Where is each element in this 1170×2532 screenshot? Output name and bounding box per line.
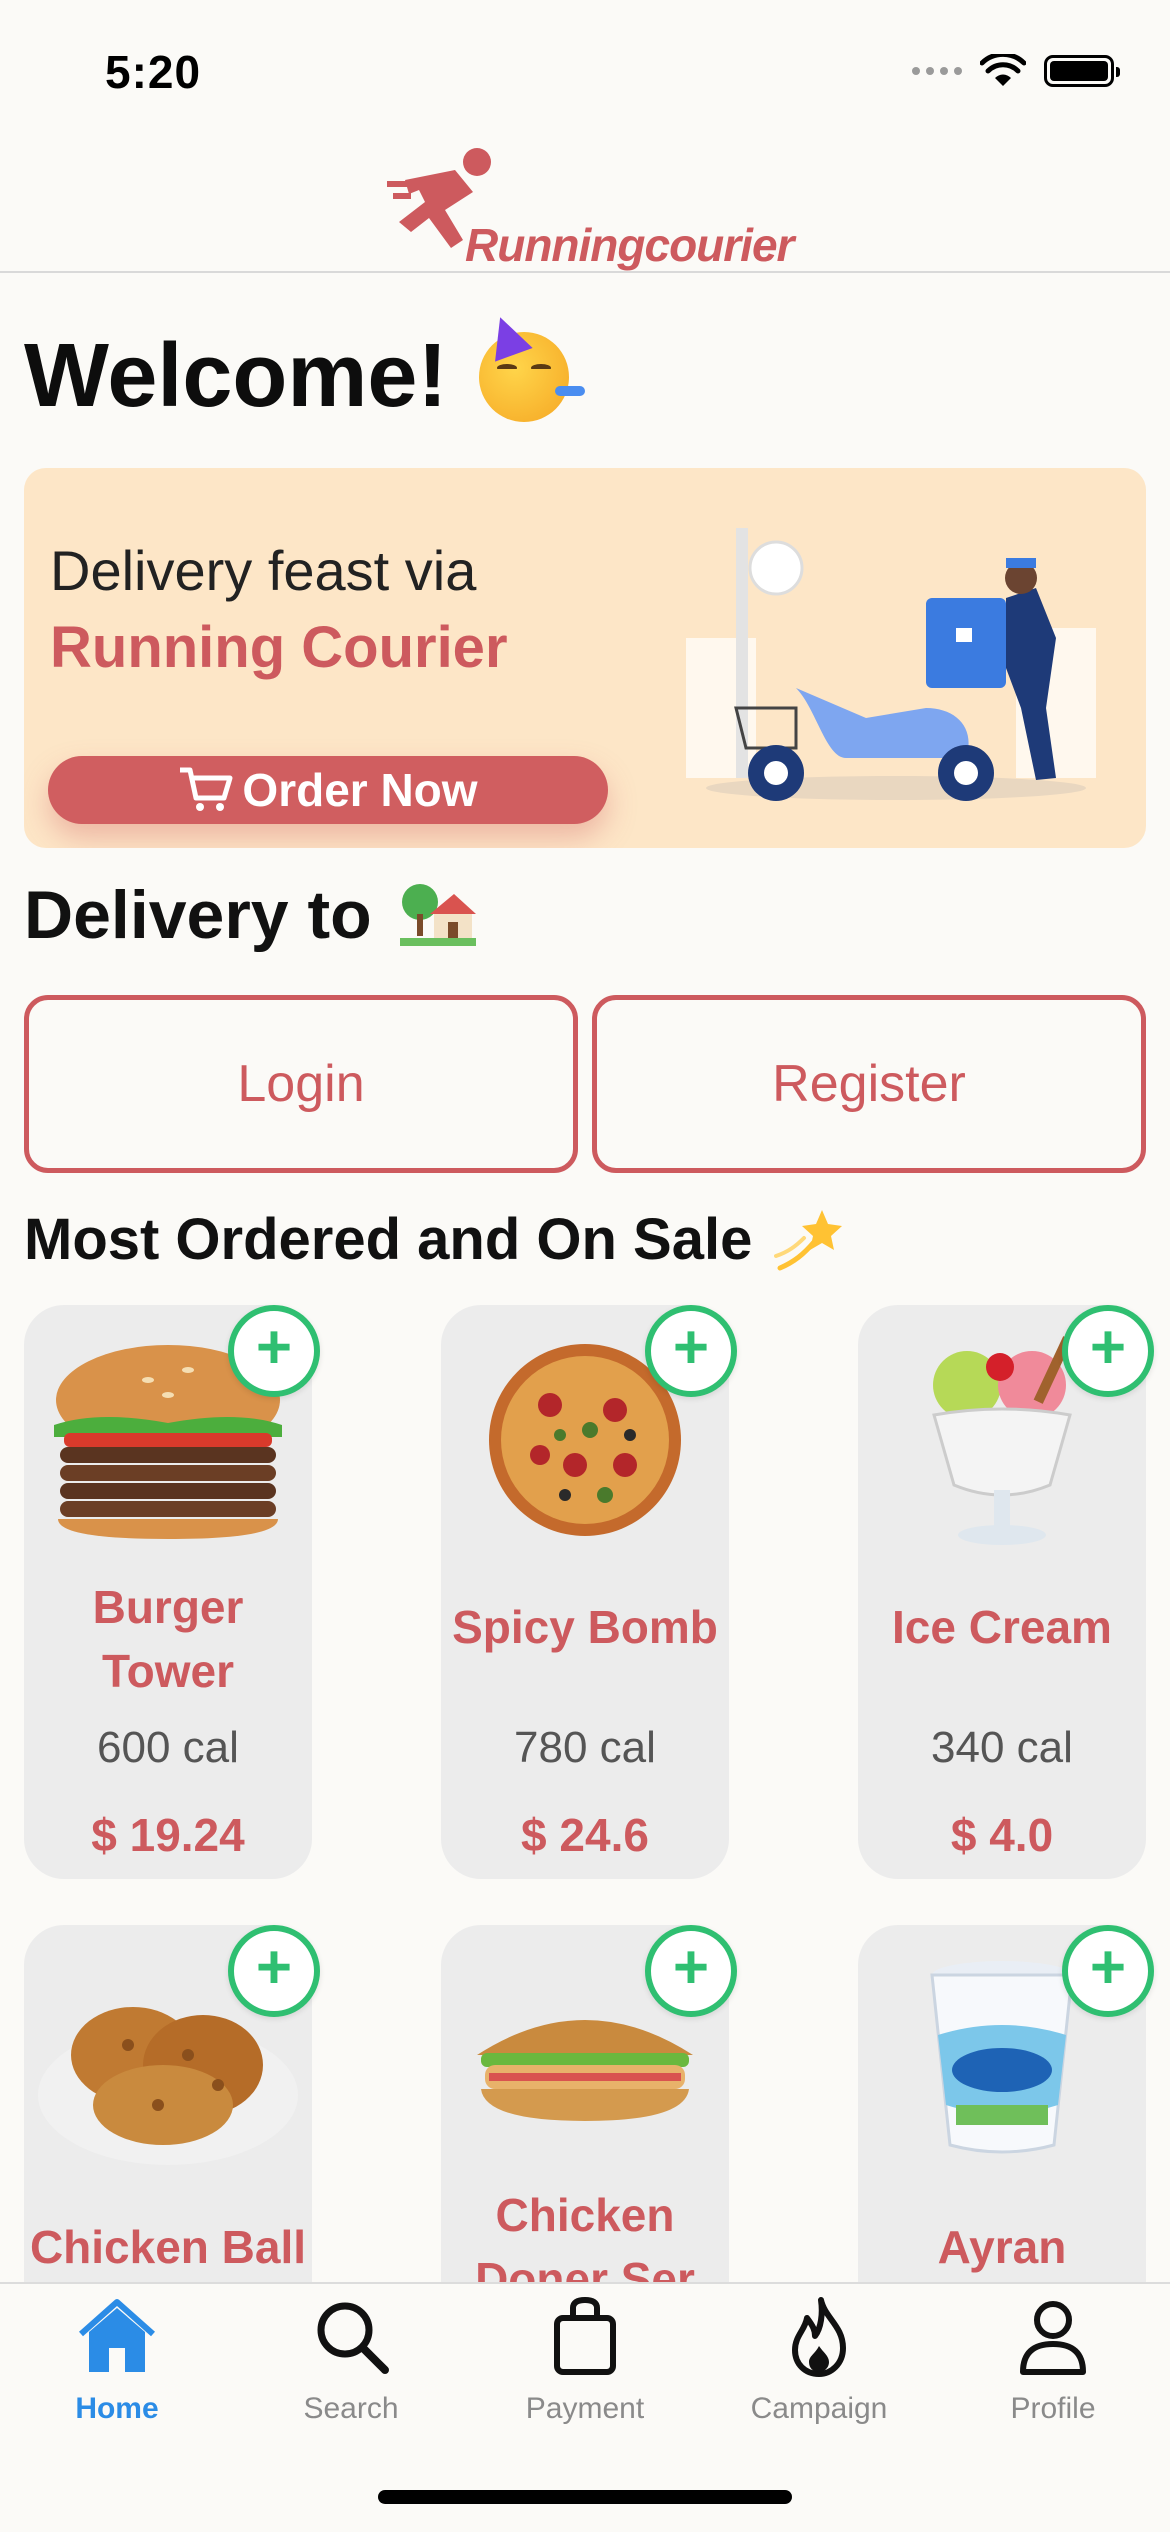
plus-icon: + [672, 1313, 710, 1382]
product-name: Ice Cream [892, 1601, 1112, 1653]
welcome-heading: Welcome! [24, 325, 586, 428]
add-to-cart-button[interactable]: + [645, 1925, 737, 2017]
product-name: Burger Tower [92, 1581, 244, 1697]
home-indicator[interactable] [378, 2490, 792, 2504]
tab-home[interactable]: Home [0, 2294, 234, 2444]
add-to-cart-button[interactable]: + [1062, 1305, 1154, 1397]
tab-campaign[interactable]: Campaign [702, 2294, 936, 2444]
signal-icon [912, 67, 962, 75]
order-now-button[interactable]: Order Now [48, 756, 608, 824]
most-ordered-heading: Most Ordered and On Sale [24, 1204, 844, 1274]
product-price: $ 4.0 [950, 1809, 1054, 1861]
welcome-title: Welcome! [24, 326, 448, 426]
cart-icon [180, 767, 233, 811]
home-icon [79, 2299, 155, 2372]
dizzy-star-icon [774, 1210, 843, 1271]
house-with-garden-icon [399, 884, 476, 946]
person-icon [1020, 2301, 1086, 2375]
section-title: Most Ordered and On Sale [24, 1206, 753, 1272]
tab-profile[interactable]: Profile [936, 2294, 1170, 2444]
delivery-title: Delivery to [24, 877, 372, 953]
tab-label: Payment [525, 2392, 645, 2425]
register-label: Register [772, 1055, 966, 1113]
plus-icon: + [672, 1933, 710, 2002]
product-calories: 600 cal [97, 1723, 239, 1772]
promo-banner[interactable]: Delivery feast via Running Courier Order… [24, 468, 1146, 848]
tab-label: Search [303, 2392, 399, 2425]
product-price: $ 19.24 [91, 1809, 245, 1861]
plus-icon: + [255, 1313, 293, 1382]
add-to-cart-button[interactable]: + [645, 1305, 737, 1397]
product-calories: 340 cal [931, 1723, 1073, 1772]
bag-icon [554, 2296, 616, 2375]
courier-illustration [686, 528, 1096, 801]
tab-payment[interactable]: Payment [468, 2294, 702, 2444]
search-icon [317, 2302, 389, 2374]
plus-icon: + [255, 1933, 293, 2002]
status-icons [912, 54, 1120, 88]
banner-line2: Running Courier [50, 615, 508, 680]
product-name: Ayran [937, 2221, 1067, 2273]
product-price: $ 24.6 [521, 1809, 649, 1861]
add-to-cart-button[interactable]: + [228, 1305, 320, 1397]
tab-label: Profile [1010, 2392, 1096, 2425]
flame-icon [792, 2297, 846, 2377]
delivery-heading: Delivery to [24, 876, 476, 954]
status-time: 5:20 [105, 46, 202, 98]
order-now-label: Order Now [242, 764, 478, 816]
product-name: Chicken Ball [29, 2221, 307, 2273]
tab-search[interactable]: Search [234, 2294, 468, 2444]
product-name: Spicy Bomb [452, 1601, 718, 1653]
battery-icon [1044, 55, 1120, 87]
logo-text: Runningcourier [465, 219, 794, 271]
wifi-icon [980, 54, 1026, 86]
register-button[interactable]: Register [592, 995, 1146, 1173]
add-to-cart-button[interactable]: + [1062, 1925, 1154, 2017]
tab-label: Home [75, 2392, 159, 2425]
add-to-cart-button[interactable]: + [228, 1925, 320, 2017]
login-button[interactable]: Login [24, 995, 578, 1173]
status-bar: 5:20 [0, 0, 1170, 130]
product-calories: 780 cal [514, 1723, 656, 1772]
app-header: Runningcourier [0, 130, 1170, 273]
login-label: Login [237, 1055, 365, 1113]
tab-label: Campaign [750, 2392, 888, 2425]
plus-icon: + [1089, 1933, 1127, 2002]
app-logo: Runningcourier [385, 140, 805, 271]
plus-icon: + [1089, 1313, 1127, 1382]
banner-line1: Delivery feast via [50, 539, 477, 602]
party-face-icon [479, 331, 586, 422]
